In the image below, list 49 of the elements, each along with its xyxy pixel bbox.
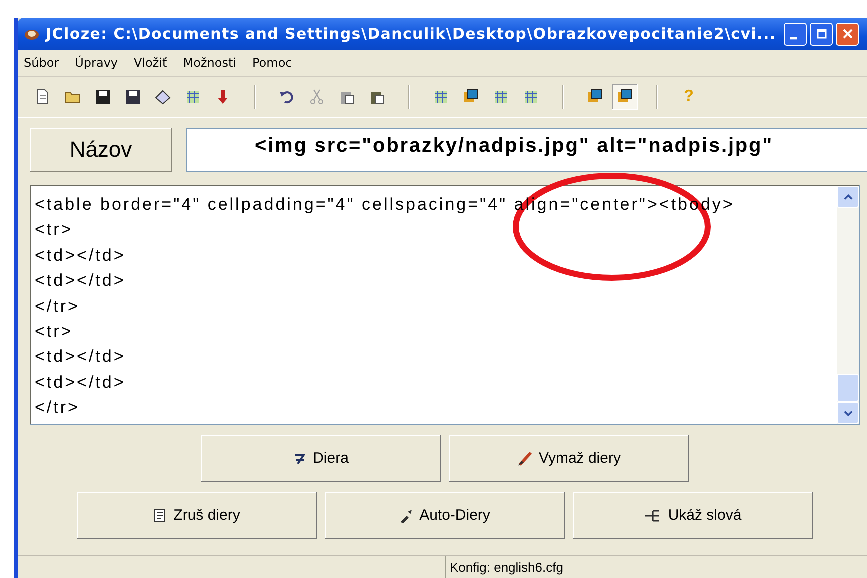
clipboard-icon (339, 89, 355, 105)
menu-item[interactable]: Možnosti (183, 56, 236, 70)
undo-icon (279, 89, 295, 105)
close-button[interactable] (836, 22, 860, 46)
document-icon (154, 508, 168, 522)
menu-item[interactable]: Vložiť (134, 56, 168, 70)
code-line: <td></td> (35, 372, 126, 394)
pattern-icon (185, 89, 201, 105)
action-button[interactable]: Zruš diery (77, 492, 317, 539)
action-button[interactable]: Ukáž slová (573, 492, 813, 539)
chevron-down-icon (844, 408, 852, 418)
code-line: <td></td> (35, 346, 126, 368)
window-icon (617, 89, 633, 105)
action-button[interactable]: Auto-Diery (325, 492, 565, 539)
scroll-thumb[interactable] (837, 374, 859, 402)
maximize-icon (816, 29, 827, 39)
window-icon (463, 89, 479, 105)
menu-item[interactable]: Pomoc (252, 56, 292, 70)
menu-item[interactable]: Úpravy (75, 56, 118, 70)
pattern-icon (523, 89, 539, 105)
chevron-up-icon (844, 192, 852, 202)
code-line: <tr> (35, 219, 74, 242)
title-field[interactable]: <img src="obrazky/nadpis.jpg" alt="nadpis.jpg" (186, 128, 867, 172)
status-text: Konfig: english6.cfg (445, 556, 568, 578)
brush-icon (517, 450, 534, 466)
window-title: JCloze: C:\Documents and Settings\Danculik\Desktop\Obrazkovepocitanie2\cvi... (46, 25, 776, 43)
minimize-icon (790, 36, 798, 40)
down-arrow-icon (215, 89, 231, 105)
wand-icon (400, 508, 414, 522)
scissors-icon (309, 89, 325, 105)
code-line: <td></td> (35, 270, 126, 292)
close-icon (842, 29, 853, 39)
code-line: </tr> (35, 397, 80, 420)
clipboard-icon (369, 89, 385, 105)
window-icon (587, 89, 603, 105)
code-line: </tr> (35, 296, 80, 318)
scrollbar[interactable] (837, 186, 859, 424)
toolbar-button[interactable] (612, 84, 638, 110)
pattern-icon (493, 89, 509, 105)
code-line: <tr> (35, 321, 74, 344)
action-button[interactable]: Vymaž diery (449, 435, 689, 482)
maximize-button[interactable] (810, 22, 834, 46)
pattern-icon (433, 89, 449, 105)
action-button[interactable]: Diera (201, 435, 441, 482)
menu-item[interactable]: Súbor (24, 56, 60, 70)
title-button[interactable]: Názov (30, 128, 172, 172)
minimize-button[interactable] (784, 22, 808, 46)
code-line: <td></td> (35, 244, 126, 267)
document-icon (35, 89, 51, 105)
